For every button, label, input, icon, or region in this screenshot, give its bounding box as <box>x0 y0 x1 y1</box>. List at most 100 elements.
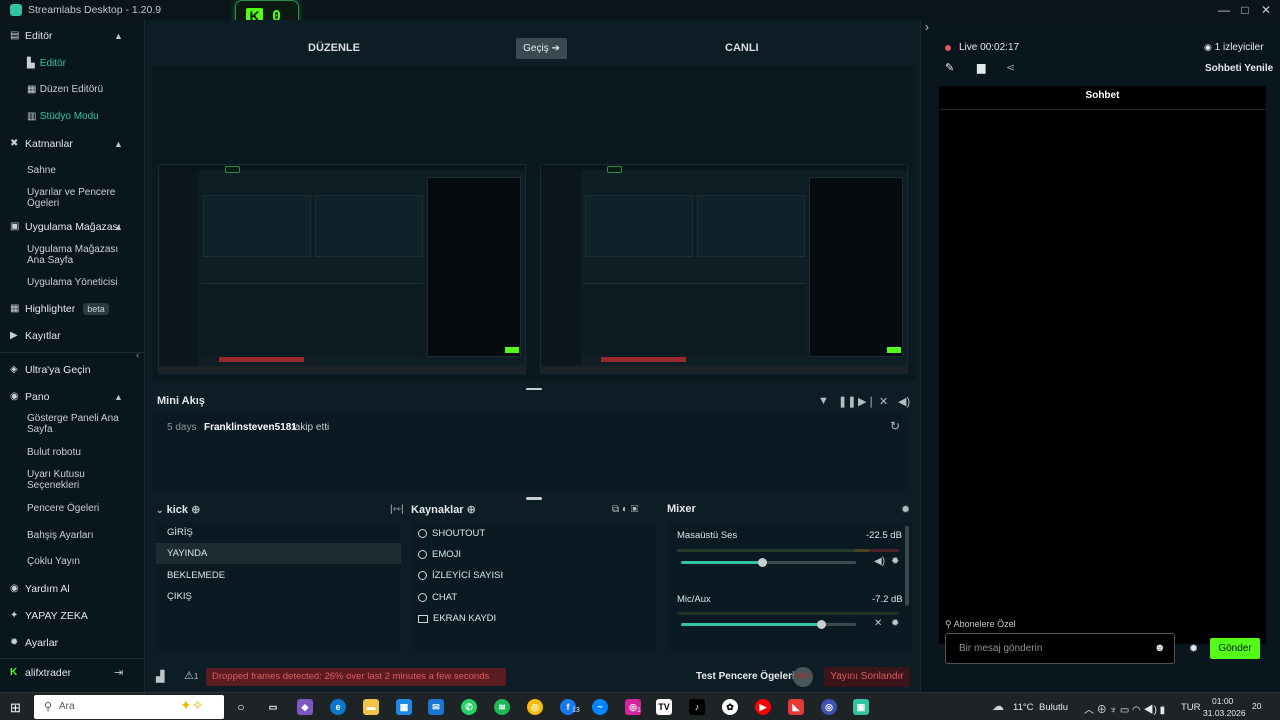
chrome-icon[interactable]: ◎ <box>527 699 543 715</box>
slider-knob[interactable] <box>757 558 767 567</box>
youtube-icon[interactable]: ▶ <box>755 699 771 715</box>
close-button[interactable]: ✕ <box>1258 2 1274 18</box>
emoji-icon[interactable]: ☻ <box>1154 642 1166 654</box>
source-item[interactable]: EMOJI <box>418 549 461 560</box>
collapse-sidebar-icon[interactable]: ‹ <box>136 350 139 361</box>
sidebar-item-widgets[interactable]: Pencere Ögeleri <box>27 503 137 514</box>
sidebar-item-settings[interactable]: ✹ Ayarlar <box>10 637 58 649</box>
source-item[interactable]: SHOUTOUT <box>418 528 485 539</box>
sidebar-item-layout-editor[interactable]: ▦ Düzen Editörü <box>27 84 137 95</box>
sidebar-item-recordings[interactable]: ▶ Kayıtlar <box>10 330 61 342</box>
mute-alerts-icon[interactable]: ✕ <box>879 395 888 408</box>
scene-item[interactable]: ÇIKIŞ <box>156 586 401 607</box>
channel-gear-icon[interactable]: ✹ <box>891 618 899 629</box>
dropped-frames-warning[interactable]: Dropped frames detected: 26% over last 2… <box>206 668 506 700</box>
messenger-icon[interactable]: ~ <box>592 699 608 715</box>
app-icon[interactable]: ◣ <box>788 699 804 715</box>
test-widgets-button[interactable]: Test Pencere Ögeleri <box>696 671 795 682</box>
weather-text[interactable]: Bulutlu <box>1039 702 1068 713</box>
subscribers-only[interactable]: ⚲ Abonelere Özel <box>945 619 1016 630</box>
end-stream-button[interactable]: Yayını Sonlandır <box>824 667 910 687</box>
sidebar-item-multistream[interactable]: Çoklu Yayın <box>27 556 137 567</box>
folder-icon[interactable]: ▆ <box>977 61 985 74</box>
input-language[interactable]: TUR <box>1181 702 1201 713</box>
chevron-down-icon[interactable]: ⌄ <box>156 505 164 515</box>
copilot-icon[interactable]: ◆ <box>297 699 313 715</box>
pause-icon[interactable]: ❚❚ <box>838 395 856 408</box>
mail-icon[interactable]: ✉ <box>428 699 444 715</box>
skip-icon[interactable]: ▶❘ <box>858 395 876 408</box>
speaker-icon[interactable]: ◀) <box>874 556 885 567</box>
share-icon[interactable]: ⋖ <box>1006 61 1015 74</box>
alert-icon[interactable]: ⚠1 <box>184 669 198 682</box>
chevron-up-icon[interactable]: ▲ <box>114 139 123 149</box>
slider-knob[interactable] <box>817 620 826 629</box>
scene-item[interactable]: GİRİŞ <box>156 522 401 543</box>
notification-count[interactable]: 20 <box>1252 701 1261 711</box>
mixer-scrollbar[interactable] <box>905 526 909 606</box>
edit-preview[interactable] <box>158 164 526 374</box>
source-item[interactable]: CHAT <box>418 592 457 603</box>
sidebar-item-editor[interactable]: ▙ Editör <box>27 58 137 69</box>
tray-icons[interactable]: ︿ ⊕ ♆ ▭ ◠ ◀) ▮ <box>1084 701 1165 716</box>
store-icon[interactable]: ▦ <box>396 699 412 715</box>
file-explorer-icon[interactable]: ▬ <box>363 699 379 715</box>
sidebar-section-app-store[interactable]: ▣ Uygulama Mağazası <box>10 221 121 233</box>
chevron-up-icon[interactable]: ▲ <box>114 31 123 41</box>
source-item[interactable]: İZLEYİCİ SAYISI <box>418 570 503 581</box>
sidebar-item-ultra[interactable]: ◈ Ultra'ya Geçin <box>10 364 91 376</box>
source-item[interactable]: EKRAN KAYDI <box>418 613 496 624</box>
send-button[interactable]: Gönder <box>1210 638 1260 659</box>
clock-time[interactable]: 01:00 <box>1212 696 1233 706</box>
resize-handle[interactable] <box>526 497 542 500</box>
logout-icon[interactable]: ⇥ <box>114 666 123 679</box>
whatsapp-icon[interactable]: ✆ <box>461 699 477 715</box>
sidebar-item-alert-box[interactable]: Uyarı Kutusu Seçenekleri <box>27 469 137 491</box>
channel-gear-icon[interactable]: ✹ <box>891 556 899 567</box>
chatgpt-icon[interactable]: ✿ <box>722 699 738 715</box>
tradingview-icon[interactable]: TV <box>656 699 672 715</box>
task-view-icon[interactable]: ▭ <box>265 699 281 715</box>
scene-collection-name[interactable]: kick <box>167 504 188 516</box>
discord-chrome-icon[interactable]: ◎ <box>821 699 837 715</box>
edit-icon[interactable]: ✎ <box>945 61 954 74</box>
clock-date[interactable]: 31.03.2026 <box>1203 708 1246 718</box>
replay-icon[interactable]: ↻ <box>890 419 900 433</box>
maximize-button[interactable]: □ <box>1237 2 1253 18</box>
sidebar-item-alerts-widgets[interactable]: Uyarılar ve Pencere Ögeleri <box>27 187 137 209</box>
windows-start-icon[interactable]: ⊞ <box>10 700 21 716</box>
studio-preview[interactable] <box>152 66 916 381</box>
spotify-icon[interactable]: ≋ <box>494 699 510 715</box>
chevron-up-icon[interactable]: ▲ <box>114 222 123 232</box>
sidebar-item-highlighter[interactable]: ▦ Highlighter beta <box>10 303 109 315</box>
volume-slider[interactable] <box>681 558 856 567</box>
scene-transition-icon[interactable]: |⇿| <box>390 504 404 515</box>
feed-username[interactable]: Franklinsteven5181 <box>204 422 297 433</box>
sidebar-item-help[interactable]: ◉ Yardım Al <box>10 583 70 595</box>
filter-icon[interactable]: ▼ <box>818 395 829 407</box>
sidebar-user[interactable]: Kalifxtrader <box>10 667 71 679</box>
scene-item-selected[interactable]: YAYINDA <box>156 543 401 564</box>
tiktok-icon[interactable]: ♪ <box>689 699 705 715</box>
sidebar-item-studio-mode[interactable]: ▥ Stüdyo Modu <box>27 111 137 122</box>
sidebar-item-scene[interactable]: Sahne <box>27 165 137 176</box>
stats-icon[interactable]: ▟ <box>156 670 164 683</box>
record-button[interactable]: REC <box>793 667 813 687</box>
streamlabs-taskbar-icon[interactable]: ▣ <box>853 699 869 715</box>
cortana-icon[interactable]: ○ <box>233 699 249 715</box>
chevron-right-icon[interactable]: › <box>925 20 929 34</box>
mic-muted-icon[interactable]: ✕ <box>874 618 882 629</box>
scene-item[interactable]: BEKLEMEDE <box>156 565 401 586</box>
mixer-gear-icon[interactable]: ✹ <box>901 503 910 516</box>
volume-slider[interactable] <box>681 620 856 629</box>
chevron-up-icon[interactable]: ▲ <box>114 392 123 402</box>
add-source-icon[interactable]: ⊕ <box>467 504 476 516</box>
sidebar-item-dashboard-home[interactable]: Gösterge Paneli Ana Sayfa <box>27 413 137 435</box>
sidebar-item-ai[interactable]: ✦ YAPAY ZEKA <box>10 610 88 622</box>
transition-button[interactable]: Geçiş ➔ <box>516 38 567 59</box>
add-scene-icon[interactable]: ⊕ <box>191 504 200 516</box>
sidebar-item-tip-settings[interactable]: Bahşiş Ayarları <box>27 530 137 541</box>
weather-temp[interactable]: 11°C <box>1013 702 1034 713</box>
sidebar-section-layers[interactable]: ✖ Katmanlar <box>10 138 73 150</box>
sidebar-item-cloudbot[interactable]: Bulut robotu <box>27 447 137 458</box>
